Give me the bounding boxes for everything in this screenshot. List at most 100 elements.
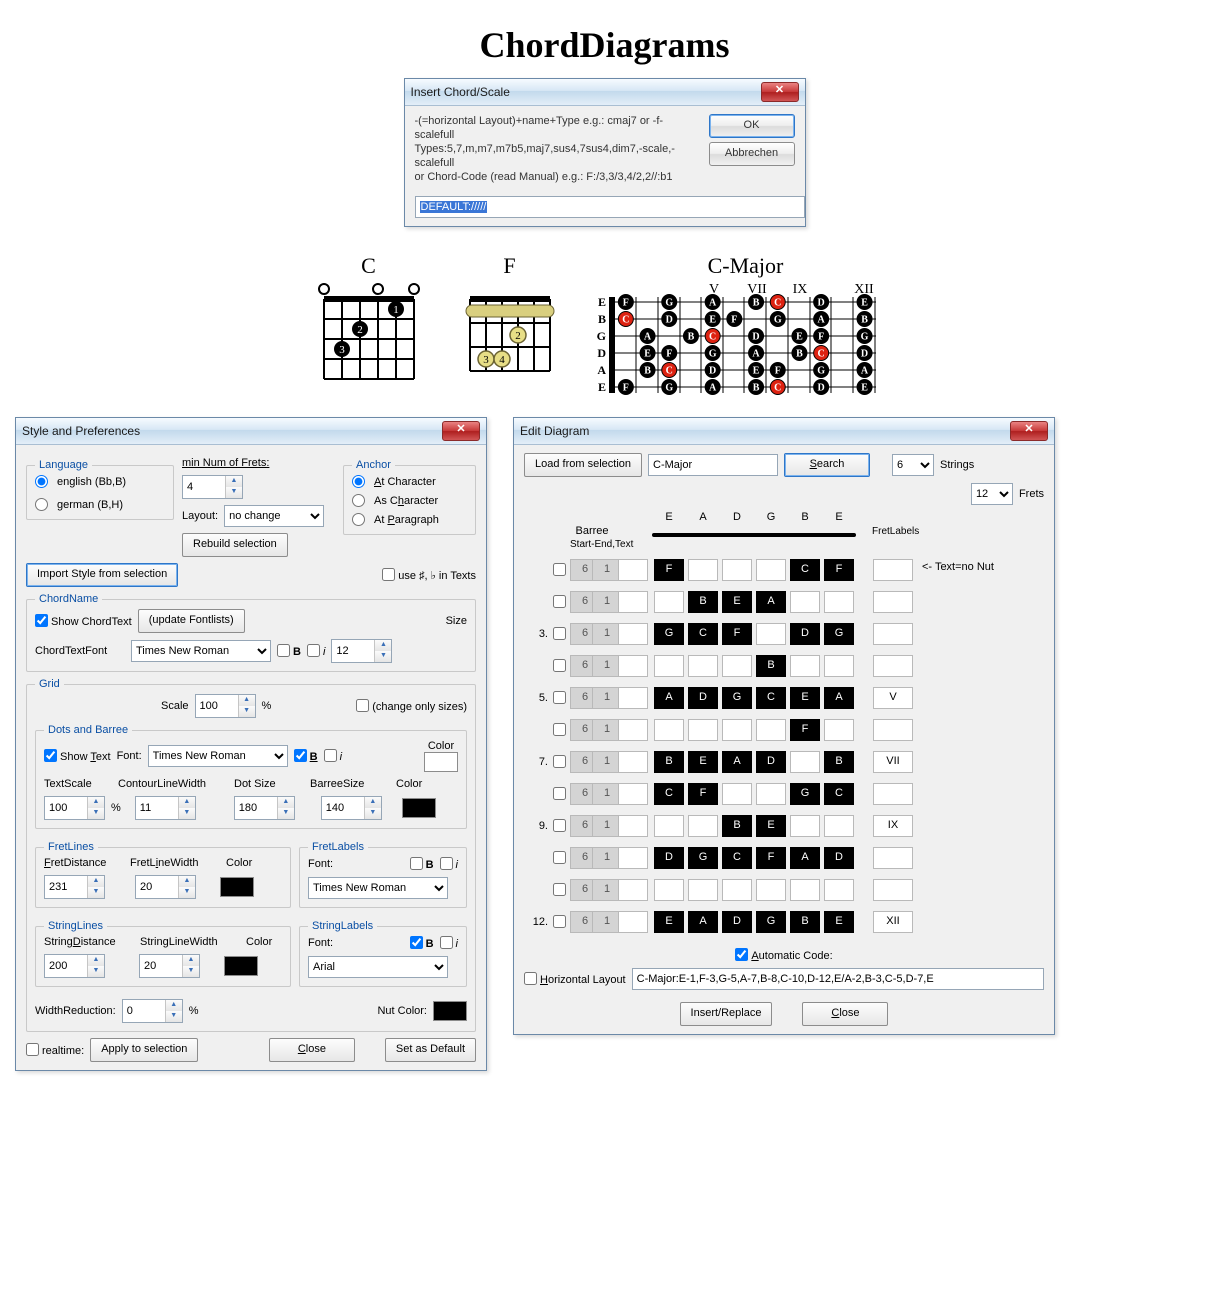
frets-select[interactable]: 12 <box>971 483 1013 505</box>
apply-to-selection-button[interactable]: Apply to selection <box>90 1038 198 1062</box>
barree-row-checkbox[interactable] <box>553 659 566 672</box>
fretlabel-input[interactable] <box>873 655 913 677</box>
note-cell[interactable] <box>688 879 718 901</box>
fretlabel-input[interactable]: V <box>873 687 913 709</box>
stringlinewidth-spinner[interactable]: ▲▼ <box>139 954 200 978</box>
note-cell[interactable]: A <box>654 687 684 709</box>
note-cell[interactable] <box>790 751 820 773</box>
note-cell[interactable]: B <box>790 911 820 933</box>
chordtext-italic-checkbox[interactable] <box>307 644 320 657</box>
barree-row-checkbox[interactable] <box>553 627 566 640</box>
barreesize-spinner[interactable]: ▲▼ <box>321 796 382 820</box>
barree-text-input[interactable] <box>618 879 648 901</box>
note-cell[interactable]: C <box>654 783 684 805</box>
barree-text-input[interactable] <box>618 783 648 805</box>
note-cell[interactable]: G <box>756 911 786 933</box>
fretlabel-input[interactable] <box>873 783 913 805</box>
note-cell[interactable]: A <box>790 847 820 869</box>
fretlabel-input[interactable] <box>873 623 913 645</box>
note-cell[interactable]: G <box>654 623 684 645</box>
note-cell[interactable] <box>654 719 684 741</box>
rebuild-selection-button[interactable]: Rebuild selection <box>182 533 288 557</box>
note-cell[interactable] <box>688 815 718 837</box>
dotsize-spinner[interactable]: ▲▼ <box>234 796 295 820</box>
close-button[interactable]: Close <box>802 1002 888 1026</box>
note-cell[interactable]: C <box>756 687 786 709</box>
note-cell[interactable]: D <box>824 847 854 869</box>
barree-text-input[interactable] <box>618 847 648 869</box>
note-cell[interactable]: F <box>756 847 786 869</box>
grid-scale-spinner[interactable]: ▲▼ <box>195 694 256 718</box>
barree-text-input[interactable] <box>618 815 648 837</box>
note-cell[interactable] <box>756 879 786 901</box>
fretlabel-input[interactable] <box>873 879 913 901</box>
realtime-checkbox[interactable] <box>26 1043 39 1056</box>
barree-row-checkbox[interactable] <box>553 723 566 736</box>
textscale-spinner[interactable]: ▲▼ <box>44 796 105 820</box>
note-cell[interactable]: B <box>756 655 786 677</box>
note-cell[interactable] <box>790 879 820 901</box>
note-cell[interactable]: F <box>824 559 854 581</box>
note-cell[interactable]: A <box>756 591 786 613</box>
note-cell[interactable] <box>824 879 854 901</box>
fretlabel-input[interactable] <box>873 559 913 581</box>
note-cell[interactable]: E <box>790 687 820 709</box>
diagram-name-input[interactable] <box>648 454 778 476</box>
fretline-color-swatch[interactable] <box>220 877 254 897</box>
barree-text-input[interactable] <box>618 623 648 645</box>
note-cell[interactable]: C <box>722 847 752 869</box>
barree-row-checkbox[interactable] <box>553 915 566 928</box>
contour-spinner[interactable]: ▲▼ <box>135 796 196 820</box>
note-cell[interactable]: C <box>688 623 718 645</box>
note-cell[interactable] <box>722 879 752 901</box>
note-cell[interactable] <box>756 623 786 645</box>
chordtext-font-select[interactable]: Times New Roman <box>131 640 271 662</box>
fretlinewidth-spinner[interactable]: ▲▼ <box>135 875 196 899</box>
note-cell[interactable] <box>824 655 854 677</box>
barree-text-input[interactable] <box>618 687 648 709</box>
lang-english-radio[interactable] <box>35 475 48 488</box>
anchor-at-char-radio[interactable] <box>352 475 365 488</box>
note-cell[interactable]: B <box>654 751 684 773</box>
note-cell[interactable]: D <box>790 623 820 645</box>
note-cell[interactable]: D <box>756 751 786 773</box>
note-cell[interactable]: B <box>722 815 752 837</box>
note-cell[interactable] <box>654 591 684 613</box>
ok-button[interactable]: OK <box>709 114 795 138</box>
note-cell[interactable] <box>654 815 684 837</box>
note-cell[interactable] <box>790 815 820 837</box>
note-cell[interactable] <box>722 655 752 677</box>
note-cell[interactable] <box>688 719 718 741</box>
code-input[interactable] <box>632 968 1044 990</box>
close-icon[interactable]: ✕ <box>442 421 480 441</box>
barree-row-checkbox[interactable] <box>553 851 566 864</box>
fretlabels-bold-checkbox[interactable] <box>410 857 423 870</box>
fretdistance-spinner[interactable]: ▲▼ <box>44 875 105 899</box>
note-cell[interactable] <box>654 655 684 677</box>
fretlabels-italic-checkbox[interactable] <box>440 857 453 870</box>
chordtext-bold-checkbox[interactable] <box>277 644 290 657</box>
dots-color-swatch[interactable] <box>402 798 436 818</box>
note-cell[interactable] <box>790 591 820 613</box>
insert-replace-button[interactable]: Insert/Replace <box>680 1002 773 1026</box>
dots-text-color-swatch[interactable] <box>424 752 458 772</box>
barree-row-checkbox[interactable] <box>553 563 566 576</box>
note-cell[interactable]: F <box>688 783 718 805</box>
note-cell[interactable] <box>654 879 684 901</box>
fretlabel-input[interactable] <box>873 847 913 869</box>
fretlabel-input[interactable] <box>873 591 913 613</box>
note-cell[interactable] <box>722 559 752 581</box>
change-only-sizes-checkbox[interactable] <box>356 699 369 712</box>
note-cell[interactable]: E <box>688 751 718 773</box>
barree-row-checkbox[interactable] <box>553 755 566 768</box>
note-cell[interactable]: E <box>756 815 786 837</box>
note-cell[interactable] <box>790 655 820 677</box>
nut-color-swatch[interactable] <box>433 1001 467 1021</box>
barree-row-checkbox[interactable] <box>553 595 566 608</box>
fretlabels-font-select[interactable]: Times New Roman <box>308 877 448 899</box>
note-cell[interactable]: G <box>824 623 854 645</box>
note-cell[interactable]: E <box>722 591 752 613</box>
note-cell[interactable]: F <box>722 623 752 645</box>
barree-text-input[interactable] <box>618 655 648 677</box>
note-cell[interactable]: A <box>824 687 854 709</box>
